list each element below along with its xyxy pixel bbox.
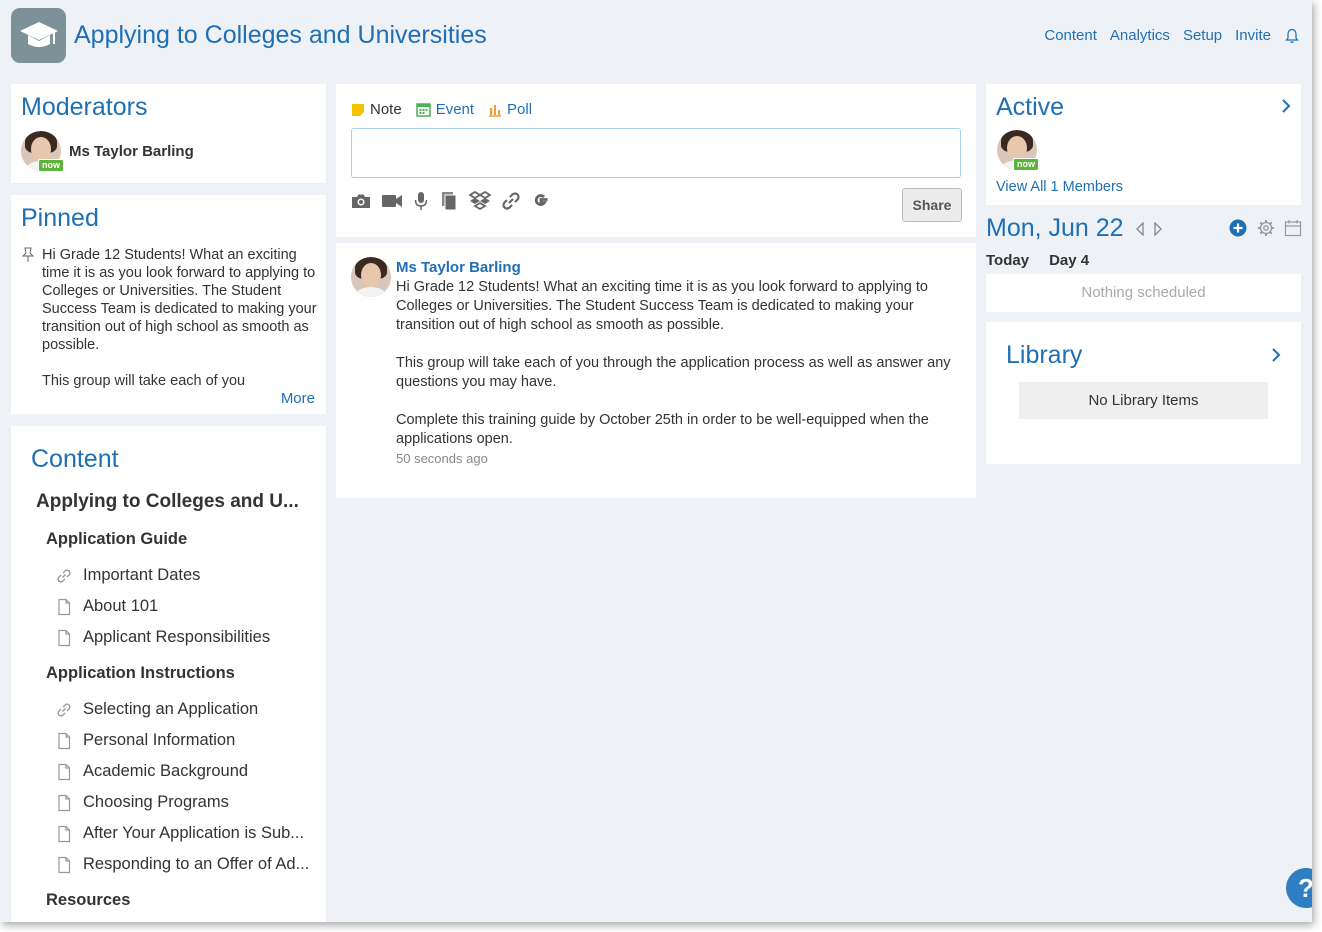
note-icon [352, 103, 364, 116]
content-item-label: Important Dates [83, 566, 201, 584]
page-icon [58, 629, 71, 646]
calendar-date: Mon, Jun 22 [986, 214, 1124, 242]
content-item-label: Choosing Programs [83, 793, 229, 811]
active-panel: Active now View All 1 Members [986, 84, 1301, 205]
top-nav: Content Analytics Setup Invite [1044, 27, 1300, 44]
graduation-cap-icon [11, 8, 66, 63]
attachment-toolbar [351, 191, 551, 211]
documents-icon[interactable] [439, 191, 459, 211]
tab-note[interactable]: Note [351, 101, 402, 118]
page-icon [58, 763, 71, 780]
content-title: Content [31, 445, 119, 473]
calendar-icon[interactable] [1284, 219, 1302, 237]
dropbox-icon[interactable] [469, 191, 491, 211]
feed-post: Ms Taylor Barling Hi Grade 12 Students! … [336, 243, 976, 498]
content-item-label: Personal Information [83, 731, 236, 749]
tab-poll[interactable]: Poll [488, 101, 532, 118]
google-icon[interactable] [531, 191, 551, 211]
pinned-panel: Pinned Hi Grade 12 Students! What an exc… [11, 195, 326, 414]
page-icon [58, 794, 71, 811]
bell-icon[interactable] [1284, 28, 1300, 44]
content-panel: Content Applying to Colleges and U... Ap… [11, 426, 326, 922]
post-body: Hi Grade 12 Students! What an exciting t… [396, 279, 951, 447]
page-title: Applying to Colleges and Universities [74, 21, 487, 49]
gear-icon[interactable] [1257, 219, 1275, 237]
content-item[interactable]: Responding to an Offer of Ad... [55, 855, 309, 874]
date-nav-arrows[interactable] [1135, 222, 1165, 236]
nav-setup[interactable]: Setup [1183, 27, 1222, 44]
page-icon [58, 598, 71, 615]
section-application-instructions[interactable]: Application Instructions [46, 664, 235, 683]
library-empty-state: No Library Items [1019, 382, 1268, 419]
help-button[interactable]: ? [1286, 868, 1312, 908]
chevron-right-icon[interactable] [1280, 98, 1292, 114]
content-root[interactable]: Applying to Colleges and U... [36, 491, 299, 513]
content-item[interactable]: Important Dates [55, 566, 200, 585]
nothing-scheduled: Nothing scheduled [986, 274, 1301, 312]
content-item[interactable]: Personal Information [55, 731, 235, 750]
link-icon [57, 702, 71, 717]
link-icon[interactable] [501, 191, 521, 211]
video-icon[interactable] [381, 191, 403, 211]
post-type-tabs: Note Event Poll [351, 101, 532, 118]
content-item-label: About 101 [83, 597, 159, 615]
tab-event[interactable]: Event [415, 101, 475, 118]
header: Applying to Colleges and Universities Co… [0, 0, 1312, 78]
post-input[interactable] [351, 128, 961, 178]
content-item[interactable]: Academic Background [55, 762, 248, 781]
post-timestamp: 50 seconds ago [396, 451, 488, 466]
today-label[interactable]: Today [986, 252, 1029, 269]
post-composer: Note Event Poll Share [336, 84, 976, 237]
content-item[interactable]: Applicant Responsibilities [55, 628, 270, 647]
microphone-icon[interactable] [413, 191, 429, 211]
more-link[interactable]: More [281, 390, 315, 407]
page-icon [58, 856, 71, 873]
status-badge: now [38, 159, 64, 172]
page-icon [58, 732, 71, 749]
day-cycle-label: Day 4 [1049, 252, 1090, 269]
moderators-panel: Moderators now Ms Taylor Barling [11, 84, 326, 183]
section-resources[interactable]: Resources [46, 891, 130, 910]
add-event-icon[interactable] [1229, 219, 1247, 237]
view-all-members-link[interactable]: View All 1 Members [996, 179, 1123, 195]
content-item-label: Responding to an Offer of Ad... [83, 855, 310, 873]
content-item-label: Selecting an Application [83, 700, 259, 718]
pinned-text: Hi Grade 12 Students! What an exciting t… [42, 247, 317, 388]
post-author[interactable]: Ms Taylor Barling [396, 259, 521, 276]
content-item[interactable]: Choosing Programs [55, 793, 229, 812]
calendar-icon [415, 103, 431, 117]
content-item[interactable]: About 101 [55, 597, 158, 616]
content-item-label: After Your Application is Sub... [83, 824, 305, 842]
content-item-label: Academic Background [83, 762, 249, 780]
library-title: Library [1006, 341, 1083, 369]
moderators-title: Moderators [21, 93, 148, 121]
calendar-day-info: Today Day 4 [986, 252, 1089, 269]
nav-invite[interactable]: Invite [1235, 27, 1271, 44]
share-button[interactable]: Share [902, 188, 962, 222]
moderator-name[interactable]: Ms Taylor Barling [69, 143, 194, 160]
avatar[interactable] [351, 257, 391, 297]
nav-content[interactable]: Content [1044, 27, 1097, 44]
tab-poll-label: Poll [507, 101, 533, 118]
section-application-guide[interactable]: Application Guide [46, 530, 187, 549]
tab-event-label: Event [435, 101, 475, 118]
active-title: Active [996, 93, 1065, 121]
content-item-label: Applicant Responsibilities [83, 628, 271, 646]
poll-icon [489, 104, 502, 117]
app-window: Applying to Colleges and Universities Co… [0, 0, 1312, 922]
link-icon [57, 568, 71, 583]
pin-icon [21, 247, 35, 262]
library-panel: Library No Library Items [986, 322, 1301, 464]
page-icon [58, 825, 71, 842]
nav-analytics[interactable]: Analytics [1110, 27, 1170, 44]
camera-icon[interactable] [351, 191, 371, 211]
tab-note-label: Note [370, 101, 402, 118]
content-item[interactable]: Selecting an Application [55, 700, 258, 719]
chevron-right-icon[interactable] [1270, 347, 1282, 363]
content-item[interactable]: After Your Application is Sub... [55, 824, 304, 843]
status-badge: now [1013, 158, 1039, 171]
pinned-title: Pinned [21, 204, 99, 232]
